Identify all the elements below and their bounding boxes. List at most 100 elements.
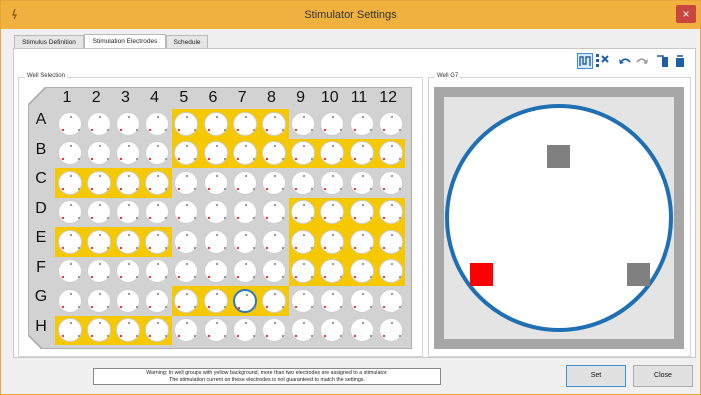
well-G11[interactable]: [349, 288, 374, 313]
electrode-top[interactable]: [547, 145, 570, 168]
well-D11[interactable]: [349, 200, 374, 225]
well-H12[interactable]: [378, 318, 403, 343]
well-F1[interactable]: [57, 259, 82, 284]
well-A8[interactable]: [261, 111, 286, 136]
well-E2[interactable]: [86, 229, 111, 254]
well-F12[interactable]: [378, 259, 403, 284]
well-B3[interactable]: [115, 141, 140, 166]
well-D7[interactable]: [232, 200, 257, 225]
column-label[interactable]: 8: [261, 89, 281, 107]
undo-button[interactable]: [617, 53, 633, 69]
column-label[interactable]: 10: [320, 89, 340, 107]
well-G8[interactable]: [261, 288, 286, 313]
well-E1[interactable]: [57, 229, 82, 254]
well-D4[interactable]: [145, 200, 170, 225]
well-A11[interactable]: [349, 111, 374, 136]
well-E5[interactable]: [174, 229, 199, 254]
row-label[interactable]: G: [34, 288, 48, 306]
well-H3[interactable]: [115, 318, 140, 343]
well-B7[interactable]: [232, 141, 257, 166]
column-label[interactable]: 1: [57, 89, 77, 107]
well-C7[interactable]: [232, 170, 257, 195]
row-label[interactable]: B: [34, 141, 48, 159]
well-H10[interactable]: [320, 318, 345, 343]
well-E4[interactable]: [145, 229, 170, 254]
well-A10[interactable]: [320, 111, 345, 136]
electrode-bottom-right[interactable]: [627, 263, 650, 286]
well-A1[interactable]: [57, 111, 82, 136]
well-B4[interactable]: [145, 141, 170, 166]
well-D5[interactable]: [174, 200, 199, 225]
well-F3[interactable]: [115, 259, 140, 284]
well-A5[interactable]: [174, 111, 199, 136]
well-A2[interactable]: [86, 111, 111, 136]
well-D9[interactable]: [291, 200, 316, 225]
well-B10[interactable]: [320, 141, 345, 166]
well-C1[interactable]: [57, 170, 82, 195]
well-A3[interactable]: [115, 111, 140, 136]
electrode-view-button[interactable]: [577, 53, 593, 69]
electrode-bottom-left[interactable]: [470, 263, 493, 286]
well-H1[interactable]: [57, 318, 82, 343]
column-label[interactable]: 9: [291, 89, 311, 107]
tab-schedule[interactable]: Schedule: [166, 35, 208, 49]
well-B8[interactable]: [261, 141, 286, 166]
column-label[interactable]: 5: [174, 89, 194, 107]
well-F7[interactable]: [232, 259, 257, 284]
well-D10[interactable]: [320, 200, 345, 225]
well-F8[interactable]: [261, 259, 286, 284]
row-label[interactable]: A: [34, 111, 48, 129]
column-label[interactable]: 7: [232, 89, 252, 107]
well-C4[interactable]: [145, 170, 170, 195]
column-label[interactable]: 6: [203, 89, 223, 107]
close-button[interactable]: Close: [633, 365, 693, 387]
well-A7[interactable]: [232, 111, 257, 136]
well-G9[interactable]: [291, 288, 316, 313]
well-D8[interactable]: [261, 200, 286, 225]
well-B12[interactable]: [378, 141, 403, 166]
well-H2[interactable]: [86, 318, 111, 343]
row-label[interactable]: H: [34, 318, 48, 336]
well-C10[interactable]: [320, 170, 345, 195]
well-C8[interactable]: [261, 170, 286, 195]
well-H4[interactable]: [145, 318, 170, 343]
row-label[interactable]: C: [34, 170, 48, 188]
well-B9[interactable]: [291, 141, 316, 166]
well-G12[interactable]: [378, 288, 403, 313]
redo-button[interactable]: [634, 53, 650, 69]
well-G10[interactable]: [320, 288, 345, 313]
well-E10[interactable]: [320, 229, 345, 254]
well-H6[interactable]: [203, 318, 228, 343]
well-E7[interactable]: [232, 229, 257, 254]
well-G3[interactable]: [115, 288, 140, 313]
well-H8[interactable]: [261, 318, 286, 343]
well-C9[interactable]: [291, 170, 316, 195]
well-C12[interactable]: [378, 170, 403, 195]
well-G2[interactable]: [86, 288, 111, 313]
well-B5[interactable]: [174, 141, 199, 166]
row-label[interactable]: F: [34, 259, 48, 277]
set-button[interactable]: Set: [566, 365, 626, 387]
well-E6[interactable]: [203, 229, 228, 254]
well-A12[interactable]: [378, 111, 403, 136]
well-G5[interactable]: [174, 288, 199, 313]
well-F5[interactable]: [174, 259, 199, 284]
well-C11[interactable]: [349, 170, 374, 195]
column-label[interactable]: 3: [115, 89, 135, 107]
well-A9[interactable]: [291, 111, 316, 136]
well-B11[interactable]: [349, 141, 374, 166]
well-B6[interactable]: [203, 141, 228, 166]
well-F6[interactable]: [203, 259, 228, 284]
well-F11[interactable]: [349, 259, 374, 284]
import-button[interactable]: [655, 53, 671, 69]
well-B2[interactable]: [86, 141, 111, 166]
well-A4[interactable]: [145, 111, 170, 136]
close-window-button[interactable]: ×: [676, 5, 696, 23]
well-H11[interactable]: [349, 318, 374, 343]
well-H9[interactable]: [291, 318, 316, 343]
export-button[interactable]: [672, 53, 688, 69]
well-D12[interactable]: [378, 200, 403, 225]
row-label[interactable]: E: [34, 229, 48, 247]
well-D3[interactable]: [115, 200, 140, 225]
tab-stimulus-definition[interactable]: Stimulus Definition: [14, 35, 84, 49]
